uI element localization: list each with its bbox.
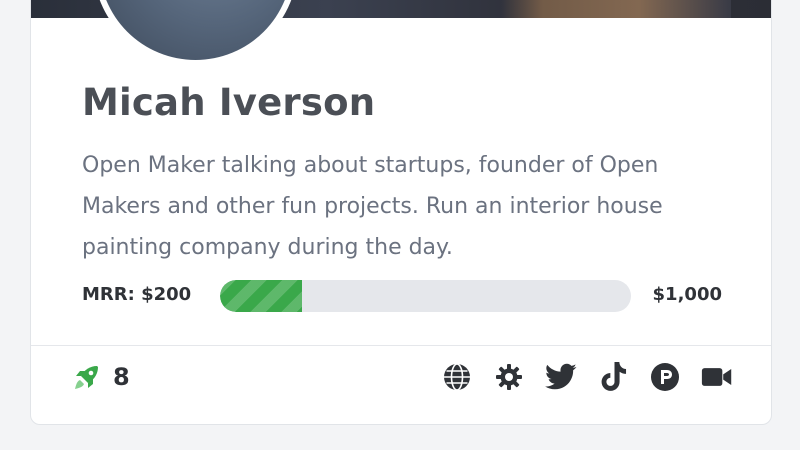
globe-icon[interactable] <box>441 361 473 393</box>
maker-profile-card: Micah Iverson Open Maker talking about s… <box>30 0 772 425</box>
avatar[interactable] <box>93 0 298 66</box>
mrr-progress: MRR: $200 $1,000 <box>82 280 722 312</box>
gear-icon[interactable] <box>493 361 525 393</box>
video-icon[interactable] <box>701 361 733 393</box>
upvote-count: 8 <box>113 363 130 391</box>
mrr-progress-fill <box>220 280 303 312</box>
profile-bio: Open Maker talking about startups, found… <box>82 153 663 260</box>
social-links <box>441 361 733 393</box>
twitter-icon[interactable] <box>545 361 577 393</box>
producthunt-icon[interactable] <box>649 361 681 393</box>
mrr-progress-track <box>220 280 631 312</box>
card-footer: 8 <box>31 346 771 416</box>
profile-name: Micah Iverson <box>82 81 376 124</box>
upvote-button[interactable]: 8 <box>71 360 130 394</box>
rocket-icon <box>71 361 103 393</box>
tiktok-icon[interactable] <box>597 361 629 393</box>
mrr-goal-label: $1,000 <box>652 284 722 305</box>
mrr-current-label: MRR: $200 <box>82 284 192 305</box>
